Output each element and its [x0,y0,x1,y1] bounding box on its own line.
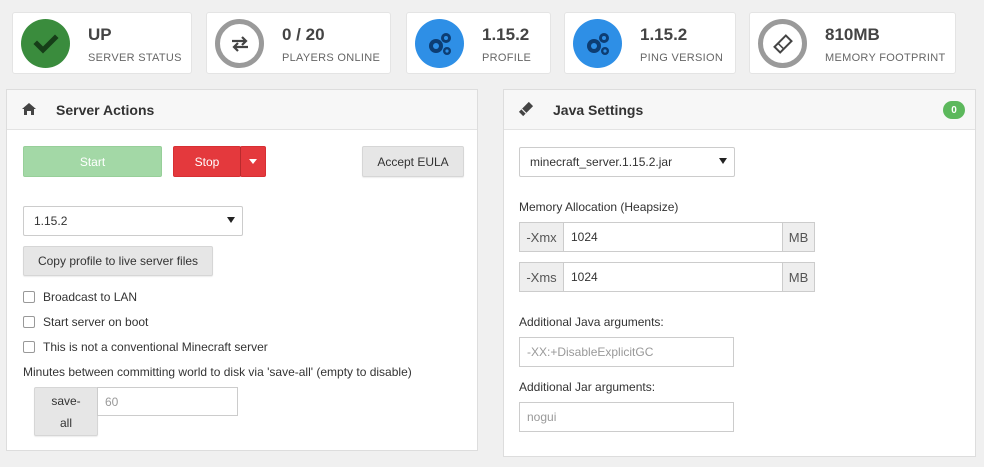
stat-label: PING VERSION [640,52,724,64]
panel-header: Server Actions [7,90,477,130]
caret-down-icon [227,217,235,223]
save-all-label: all [59,415,72,430]
stop-button[interactable]: Stop [173,146,241,177]
stat-value: 810MB [825,25,880,44]
start-button[interactable]: Start [23,146,162,177]
accept-eula-button[interactable]: Accept EULA [362,146,464,177]
jar-args-input[interactable]: nogui [519,402,734,432]
stat-label: SERVER STATUS [88,52,182,64]
save-interval-description: Minutes between committing world to disk… [23,365,412,379]
exchange-icon [215,19,264,68]
jar-select[interactable]: minecraft_server.1.15.2.jar [519,147,735,177]
jar-select-value: minecraft_server.1.15.2.jar [530,155,673,169]
stat-value: 1.15.2 [640,25,688,44]
jar-args-label: Additional Jar arguments: [519,380,656,394]
stat-players-online: 0 / 20 PLAYERS ONLINE [206,12,391,74]
xms-unit: MB [782,262,815,292]
stop-dropdown-toggle[interactable] [240,146,266,177]
home-icon [21,101,37,117]
stat-label: PROFILE [482,52,532,64]
broadcast-lan-checkbox[interactable]: Broadcast to LAN [23,290,137,304]
non-conventional-server-checkbox[interactable]: This is not a conventional Minecraft ser… [23,340,268,354]
panel-header: Java Settings 0 [504,90,975,130]
memory-allocation-label: Memory Allocation (Heapsize) [519,200,679,214]
profile-select-value: 1.15.2 [34,214,68,228]
checkbox-label: Broadcast to LAN [43,290,138,304]
xms-input[interactable]: 1024 [563,262,783,292]
xmx-prefix: -Xmx [519,222,564,252]
checkbox-label: This is not a conventional Minecraft ser… [43,340,268,354]
stat-memory-footprint: 810MB MEMORY FOOTPRINT [749,12,956,74]
save-all-button[interactable]: save- all [34,387,98,436]
stat-value: 1.15.2 [482,25,530,44]
xmx-unit: MB [782,222,815,252]
ticket-icon [758,19,807,68]
xmx-input[interactable]: 1024 [563,222,783,252]
checkbox-box[interactable] [23,341,35,353]
panel-title: Server Actions [56,102,155,118]
checkbox-box[interactable] [23,316,35,328]
server-actions-panel: Server Actions Start Stop Accept EULA 1.… [6,89,478,451]
stat-server-status: UP SERVER STATUS [12,12,192,74]
stat-profile: 1.15.2 PROFILE [406,12,551,74]
caret-down-icon [249,159,257,164]
start-on-boot-checkbox[interactable]: Start server on boot [23,315,148,329]
stat-label: MEMORY FOOTPRINT [825,52,946,64]
ticket-icon [518,101,534,117]
cogs-icon [573,19,622,68]
count-badge: 0 [943,101,965,119]
java-args-label: Additional Java arguments: [519,315,664,329]
java-settings-panel: Java Settings 0 minecraft_server.1.15.2.… [503,89,976,457]
check-icon [21,19,70,68]
copy-profile-button[interactable]: Copy profile to live server files [23,246,213,276]
cogs-icon [415,19,464,68]
save-interval-input[interactable]: 60 [97,387,238,416]
caret-down-icon [719,158,727,164]
java-args-input[interactable]: -XX:+DisableExplicitGC [519,337,734,367]
save-all-label: save- [51,393,81,408]
panel-title: Java Settings [553,102,644,118]
checkbox-label: Start server on boot [43,315,149,329]
stat-value: 0 / 20 [282,25,325,44]
checkbox-box[interactable] [23,291,35,303]
stat-label: PLAYERS ONLINE [282,52,381,64]
xms-prefix: -Xms [519,262,564,292]
profile-select[interactable]: 1.15.2 [23,206,243,236]
stat-ping-version: 1.15.2 PING VERSION [564,12,736,74]
stat-value: UP [88,25,112,44]
